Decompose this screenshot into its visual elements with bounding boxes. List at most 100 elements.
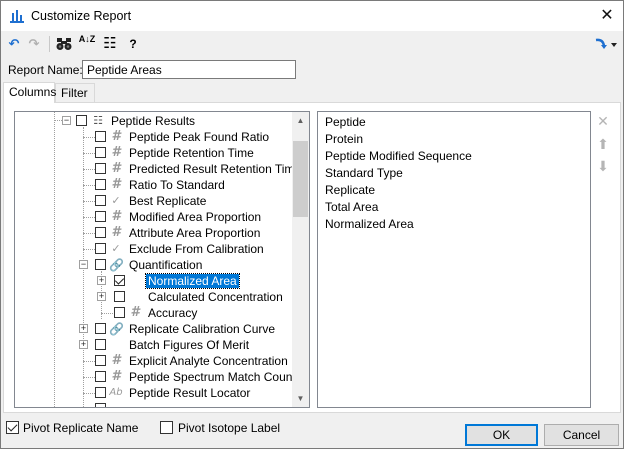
tree-item-label: Best Replicate xyxy=(129,194,207,208)
tree-row[interactable]: Ab Peptide Result Locator xyxy=(15,385,293,401)
tree-row[interactable]: # Attribute Area Proportion xyxy=(15,225,293,241)
tree-row[interactable]: + 🔗 Replicate Calibration Curve xyxy=(15,321,293,337)
tree-row-peptide-results[interactable]: − ☷ Peptide Results xyxy=(15,113,293,129)
tree-item-label: Calculated Concentration xyxy=(148,290,283,304)
tree-row[interactable]: # Predicted Result Retention Time xyxy=(15,161,293,177)
find-button[interactable] xyxy=(55,35,73,53)
sort-button[interactable]: A↓Z xyxy=(78,35,96,53)
list-item[interactable]: Standard Type xyxy=(325,166,403,180)
close-button[interactable]: ✕ xyxy=(591,1,623,31)
tab-columns[interactable]: Columns xyxy=(3,82,56,103)
tree-row[interactable]: # Ratio To Standard xyxy=(15,177,293,193)
tree-row[interactable]: # Peptide Peak Found Ratio xyxy=(15,129,293,145)
ok-button[interactable]: OK xyxy=(465,424,538,446)
tree-row[interactable]: # Peptide Retention Time xyxy=(15,145,293,161)
close-icon: ✕ xyxy=(600,7,614,24)
toolbar-separator xyxy=(49,36,50,52)
tree-row[interactable]: # Peptide Spectrum Match Count xyxy=(15,369,293,385)
tree-checkbox[interactable] xyxy=(95,179,106,190)
choose-columns-button[interactable]: ☷ xyxy=(101,35,119,53)
tree-row[interactable]: ✓ Best Replicate xyxy=(15,193,293,209)
tree-checkbox[interactable] xyxy=(95,259,106,270)
list-item[interactable]: Total Area xyxy=(325,200,378,214)
columns-tab-panel: − ☷ Peptide Results # Peptide Peak Found… xyxy=(3,102,621,413)
expand-toggle[interactable]: + xyxy=(97,292,106,301)
list-item[interactable]: Peptide Modified Sequence xyxy=(325,149,472,163)
expand-toggle[interactable]: + xyxy=(97,276,106,285)
number-icon: # xyxy=(111,145,121,160)
collapse-toggle[interactable]: − xyxy=(79,260,88,269)
tree-checkbox[interactable] xyxy=(95,243,106,254)
tree-checkbox[interactable] xyxy=(76,115,87,126)
selected-columns-list[interactable]: Peptide Protein Peptide Modified Sequenc… xyxy=(317,111,591,408)
tree-checkbox[interactable] xyxy=(95,387,106,398)
tree-row[interactable]: # Modified Area Proportion xyxy=(15,209,293,225)
scroll-down-icon[interactable]: ▼ xyxy=(292,390,309,407)
tree-row-normalized-area[interactable]: + Normalized Area xyxy=(15,273,293,289)
report-name-input[interactable] xyxy=(82,60,296,79)
tree-checkbox[interactable] xyxy=(95,339,106,350)
tree-checkbox[interactable] xyxy=(95,131,106,142)
tree-checkbox-checked[interactable] xyxy=(114,275,125,286)
column-tree[interactable]: − ☷ Peptide Results # Peptide Peak Found… xyxy=(14,111,310,408)
pivot-isotope-checkbox[interactable] xyxy=(160,421,173,434)
list-item[interactable]: Peptide xyxy=(325,115,366,129)
tree-item-label: Accuracy xyxy=(148,306,198,320)
tree-line xyxy=(83,377,95,378)
list-item[interactable]: Protein xyxy=(325,132,363,146)
pivot-replicate-checkbox[interactable] xyxy=(6,421,19,434)
remove-column-button[interactable]: ✕ xyxy=(595,113,611,129)
undo-button[interactable]: ↶ xyxy=(5,35,23,53)
tree-row-quantification[interactable]: − 🔗 Quantification xyxy=(15,257,293,273)
move-down-button[interactable]: ⬇ xyxy=(595,158,611,174)
share-icon xyxy=(595,38,617,49)
tree-item-label: Modified Area Proportion xyxy=(129,210,262,224)
expand-toggle[interactable]: + xyxy=(79,324,88,333)
tree-checkbox[interactable] xyxy=(95,227,106,238)
tree-row-partial xyxy=(15,401,293,407)
share-button[interactable] xyxy=(593,35,619,53)
cancel-button[interactable]: Cancel xyxy=(544,424,619,446)
redo-button[interactable]: ↷ xyxy=(25,35,43,53)
tree-vertical-scrollbar[interactable]: ▲ ▼ xyxy=(292,112,309,407)
scroll-up-icon[interactable]: ▲ xyxy=(292,112,309,129)
tree-item-label: Peptide Result Locator xyxy=(129,386,251,400)
tree-item-label: Explicit Analyte Concentration xyxy=(129,354,288,368)
tree-row[interactable]: ✓ Exclude From Calibration xyxy=(15,241,293,257)
tab-filter[interactable]: Filter xyxy=(55,83,95,102)
tree-row[interactable]: + Batch Figures Of Merit xyxy=(15,337,293,353)
table-icon: ☷ xyxy=(93,114,103,127)
move-up-button[interactable]: ⬆ xyxy=(595,136,611,152)
number-icon: # xyxy=(111,353,121,368)
tree-checkbox[interactable] xyxy=(95,355,106,366)
sort-icon: A↓Z xyxy=(78,34,96,44)
tree-row[interactable]: # Explicit Analyte Concentration xyxy=(15,353,293,369)
tree-checkbox[interactable] xyxy=(114,291,125,302)
scroll-thumb[interactable] xyxy=(293,141,308,217)
skyline-app-icon xyxy=(10,10,24,23)
tree-checkbox[interactable] xyxy=(114,307,125,318)
expand-toggle[interactable]: + xyxy=(79,340,88,349)
tree-row[interactable]: # Accuracy xyxy=(15,305,293,321)
tree-item-label-selected: Normalized Area xyxy=(145,273,240,289)
help-button[interactable]: ? xyxy=(124,35,142,53)
tree-line xyxy=(83,233,95,234)
redo-icon: ↷ xyxy=(28,36,40,51)
tree-checkbox[interactable] xyxy=(95,371,106,382)
list-item[interactable]: Normalized Area xyxy=(325,217,414,231)
collapse-toggle[interactable]: − xyxy=(62,116,71,125)
tree-checkbox[interactable] xyxy=(95,147,106,158)
arrow-up-icon: ⬆ xyxy=(597,136,609,152)
list-item[interactable]: Replicate xyxy=(325,183,375,197)
tree-line xyxy=(83,393,95,394)
tree-checkbox[interactable] xyxy=(95,323,106,334)
number-icon: # xyxy=(111,161,121,176)
tree-checkbox[interactable] xyxy=(95,163,106,174)
tree-item-label: Exclude From Calibration xyxy=(129,242,264,256)
tree-checkbox[interactable] xyxy=(95,195,106,206)
tree-item-label: Peptide Spectrum Match Count xyxy=(129,370,293,384)
tree-item-label: Predicted Result Retention Time xyxy=(129,162,293,176)
tree-checkbox[interactable] xyxy=(95,211,106,222)
tree-row[interactable]: + Calculated Concentration xyxy=(15,289,293,305)
tree-line xyxy=(83,217,95,218)
